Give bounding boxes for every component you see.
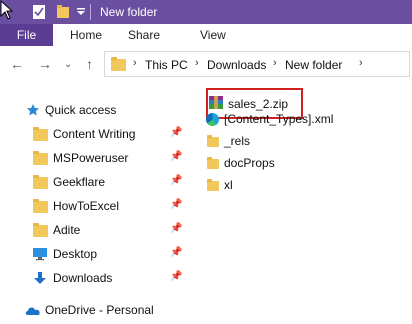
window-title: New folder — [100, 5, 158, 19]
zip-archive-icon — [209, 96, 223, 109]
sidebar-item-geekflare[interactable]: Geekflare 📌 — [0, 172, 190, 192]
tab-view[interactable]: View — [200, 28, 226, 42]
customize-toolbar-dropdown-icon[interactable] — [76, 4, 86, 20]
chevron-right-icon[interactable]: › — [359, 57, 363, 69]
sidebar-item-label: Adite — [53, 223, 81, 237]
sidebar-item-label: Geekflare — [53, 175, 106, 189]
folder-icon — [33, 127, 48, 141]
sidebar-item-label: Desktop — [53, 247, 98, 261]
mouse-cursor-icon — [0, 0, 14, 20]
sidebar-item-adite[interactable]: Adite 📌 — [0, 220, 190, 240]
sidebar-item-label: MSPoweruser — [53, 151, 129, 165]
navigation-bar: ← → ⌄ ↑ › This PC › Downloads › New fold… — [0, 46, 412, 82]
desktop-icon — [33, 248, 47, 261]
file-row-sales-zip[interactable]: sales_2.zip — [206, 88, 406, 119]
sidebar-item-onedrive[interactable]: OneDrive - Personal — [0, 300, 190, 320]
star-icon — [27, 104, 39, 116]
pin-icon: 📌 — [170, 151, 183, 162]
sidebar-item-desktop[interactable]: Desktop 📌 — [0, 244, 190, 264]
sidebar-item-quick-access[interactable]: Quick access — [0, 100, 190, 120]
sidebar-item-howtoexcel[interactable]: HowToExcel 📌 — [0, 196, 190, 216]
sidebar-item-downloads[interactable]: Downloads 📌 — [0, 268, 190, 288]
cloud-icon — [25, 307, 40, 315]
breadcrumb-new-folder[interactable]: New folder — [285, 58, 342, 72]
forward-arrow-icon[interactable]: → — [38, 56, 52, 72]
download-arrow-icon — [34, 272, 46, 284]
edge-xml-icon — [206, 113, 219, 126]
title-divider — [90, 4, 91, 20]
breadcrumb-this-pc[interactable]: This PC — [145, 58, 188, 72]
navigation-pane: Quick access Content Writing 📌 MSPowerus… — [0, 82, 190, 324]
ribbon-tabs: File Home Share View — [0, 24, 412, 47]
chevron-right-icon[interactable]: › — [195, 57, 199, 69]
breadcrumb-downloads[interactable]: Downloads — [207, 58, 266, 72]
properties-check-icon[interactable] — [32, 4, 46, 20]
address-bar[interactable]: › This PC › Downloads › New folder › — [104, 51, 410, 77]
pin-icon: 📌 — [170, 247, 183, 258]
file-row-rels[interactable]: _rels — [206, 131, 406, 151]
file-row-docprops[interactable]: docProps — [206, 153, 406, 173]
folder-icon — [33, 175, 48, 189]
recent-locations-chevron-icon[interactable]: ⌄ — [64, 59, 72, 70]
file-name: _rels — [224, 134, 251, 148]
pin-icon: 📌 — [170, 271, 183, 282]
pin-icon: 📌 — [170, 127, 183, 138]
file-name: [Content_Types].xml — [224, 112, 334, 126]
folder-icon — [111, 57, 126, 71]
folder-icon — [207, 135, 219, 147]
sidebar-item-label: OneDrive - Personal — [45, 303, 154, 317]
new-folder-icon[interactable] — [56, 4, 70, 20]
up-arrow-icon[interactable]: ↑ — [86, 56, 93, 72]
chevron-right-icon[interactable]: › — [133, 57, 137, 69]
folder-icon — [33, 151, 48, 165]
pin-icon: 📌 — [170, 199, 183, 210]
file-row-content-types[interactable]: [Content_Types].xml — [206, 109, 406, 129]
file-list: sales_2.zip [Content_Types].xml _rels do… — [196, 82, 412, 324]
folder-icon — [207, 179, 219, 191]
sidebar-item-label: Downloads — [53, 271, 113, 285]
sidebar-item-label: Content Writing — [53, 127, 136, 141]
sidebar-item-mspoweruser[interactable]: MSPoweruser 📌 — [0, 148, 190, 168]
pin-icon: 📌 — [170, 223, 183, 234]
tab-file[interactable]: File — [0, 24, 53, 46]
sidebar-item-content-writing[interactable]: Content Writing 📌 — [0, 124, 190, 144]
file-name: xl — [224, 178, 233, 192]
file-name: docProps — [224, 156, 275, 170]
tab-home[interactable]: Home — [70, 28, 102, 42]
folder-icon — [33, 199, 48, 213]
chevron-right-icon[interactable]: › — [273, 57, 277, 69]
sidebar-item-label: Quick access — [45, 103, 117, 117]
title-bar: New folder — [0, 0, 412, 24]
back-arrow-icon[interactable]: ← — [10, 56, 24, 72]
file-row-xl[interactable]: xl — [206, 175, 406, 195]
folder-icon — [207, 157, 219, 169]
tab-share[interactable]: Share — [128, 28, 160, 42]
pin-icon: 📌 — [170, 175, 183, 186]
sidebar-item-label: HowToExcel — [53, 199, 120, 213]
folder-icon — [33, 223, 48, 237]
